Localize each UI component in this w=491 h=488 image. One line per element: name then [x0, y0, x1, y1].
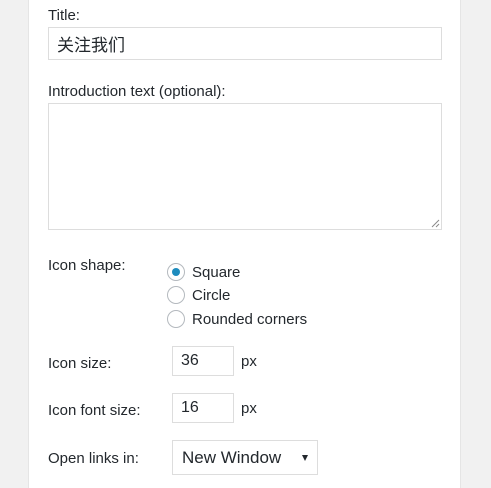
- caret-down-icon: [302, 455, 308, 461]
- radio-option-square[interactable]: Square: [167, 262, 240, 282]
- resize-grip-icon[interactable]: [430, 218, 440, 228]
- title-label: Title:: [48, 7, 80, 24]
- radio-circle[interactable]: [167, 286, 185, 304]
- title-input[interactable]: [48, 27, 442, 60]
- open-links-selected-value: New Window: [182, 447, 282, 467]
- open-links-label: Open links in:: [48, 450, 139, 467]
- radio-label-rounded-corners: Rounded corners: [192, 310, 308, 328]
- radio-option-rounded-corners[interactable]: Rounded corners: [167, 309, 307, 329]
- open-links-select[interactable]: New Window: [172, 440, 318, 475]
- radio-rounded-corners[interactable]: [167, 310, 185, 328]
- radio-label-circle: Circle: [192, 286, 231, 304]
- icon-font-size-unit: px: [241, 400, 257, 417]
- icon-shape-label: Icon shape:: [48, 257, 126, 274]
- intro-text-textarea[interactable]: [48, 103, 442, 230]
- radio-square[interactable]: [167, 263, 185, 281]
- icon-size-unit: px: [241, 353, 257, 370]
- icon-font-size-label: Icon font size:: [48, 402, 141, 419]
- icon-size-input[interactable]: [172, 346, 234, 376]
- intro-text-label: Introduction text (optional):: [48, 83, 226, 100]
- radio-option-circle[interactable]: Circle: [167, 285, 230, 305]
- radio-label-square: Square: [192, 263, 241, 281]
- icon-font-size-input[interactable]: [172, 393, 234, 423]
- icon-size-label: Icon size:: [48, 355, 112, 372]
